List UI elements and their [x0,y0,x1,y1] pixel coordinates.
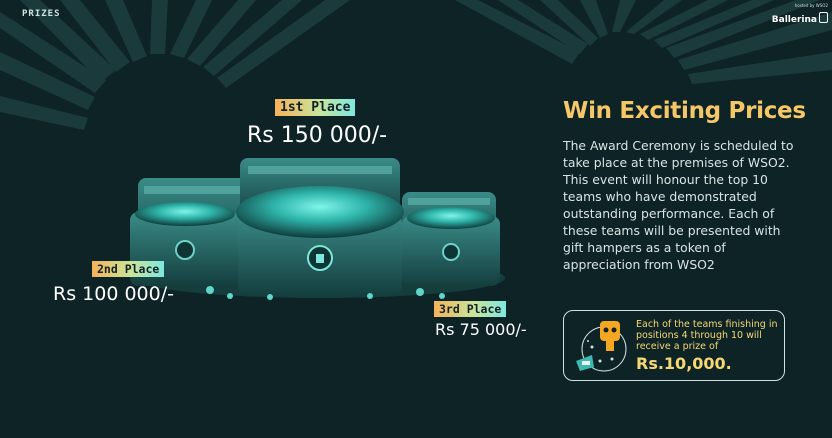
ballerina-logo-icon [819,12,828,23]
brand-subtitle: hosted by WSO2 [794,3,828,8]
brand-name: Ballerina [771,15,817,25]
second-place-tag: 2nd Place [92,261,165,277]
award-description: The Award Ceremony is scheduled to take … [563,138,794,272]
second-place-amount: Rs 100 000/- [53,283,174,305]
first-place-tag: 1st Place [275,99,356,116]
consolation-prize-box: Each of the teams finishing in positions… [563,310,785,381]
consolation-prize-amount: Rs.10,000. [636,354,732,373]
consolation-prize-text: Each of the teams finishing in positions… [636,319,778,352]
first-place-amount: Rs 150 000/- [247,123,388,148]
robot-mascot-icon [576,321,627,372]
third-place-amount: Rs 75 000/- [435,320,527,339]
prizes-heading: Win Exciting Prices [563,98,806,124]
third-place-tag: 3rd Place [434,301,507,317]
brand-logo: hosted by WSO2 Ballerina [772,4,828,25]
treasure-chests-illustration [130,158,505,300]
section-label: PRIZES [22,9,61,19]
